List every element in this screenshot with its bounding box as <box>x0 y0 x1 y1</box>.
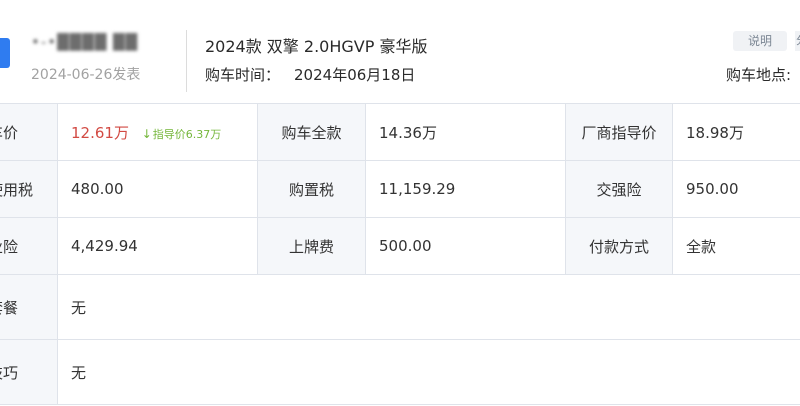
usage-tax-label: 使用税 <box>0 160 58 218</box>
package-label: 套餐 <box>0 274 58 340</box>
purchase-tax-label: 购置税 <box>257 160 366 218</box>
commercial-insurance-label: 业险 <box>0 217 58 275</box>
compulsory-insurance-value: 950.00 <box>672 160 800 218</box>
table-row: 使用税 480.00 购置税 11,159.29 交强险 950.00 <box>0 160 800 218</box>
msrp-value: 18.98万 <box>672 103 800 161</box>
payment-method-value: 全款 <box>672 217 800 275</box>
buy-time-value: 2024年06月18日 <box>294 66 416 84</box>
avatar[interactable] <box>0 38 10 68</box>
compulsory-insurance-label: 交强险 <box>565 160 673 218</box>
guide-price-hint: 指导价6.37万 <box>152 127 222 141</box>
username[interactable]: •-•████ ██ <box>31 33 138 51</box>
explain-button[interactable]: 说明 <box>733 31 787 51</box>
buy-time-label: 购车时间： <box>205 66 281 84</box>
payment-method-label: 付款方式 <box>565 217 673 275</box>
down-arrow-icon: ↓ <box>141 126 152 141</box>
car-price-label: 车价 <box>0 103 58 161</box>
buy-place-label: 购车地点: <box>726 66 792 84</box>
total-cost-value: 14.36万 <box>365 103 566 161</box>
package-value: 无 <box>57 274 800 340</box>
post-date: 2024-06-26发表 <box>31 67 141 83</box>
msrp-label: 厂商指导价 <box>565 103 673 161</box>
table-row: 业险 4,429.94 上牌费 500.00 付款方式 全款 <box>0 217 800 275</box>
share-button[interactable]: 分 <box>795 31 800 51</box>
header-divider <box>186 30 187 92</box>
tips-label: 技巧 <box>0 339 58 405</box>
usage-tax-value: 480.00 <box>57 160 258 218</box>
car-price-cell: 12.61万 ↓指导价6.37万 <box>57 103 258 161</box>
car-model[interactable]: 2024款 双擎 2.0HGVP 豪华版 <box>205 33 427 57</box>
table-row: 套餐 无 <box>0 274 800 340</box>
plate-fee-label: 上牌费 <box>257 217 366 275</box>
purchase-tax-value: 11,159.29 <box>365 160 566 218</box>
commercial-insurance-value: 4,429.94 <box>57 217 258 275</box>
price-table: 车价 12.61万 ↓指导价6.37万 购车全款 14.36万 厂商指导价 18… <box>0 103 800 405</box>
post-header: •-•████ ██ 2024-06-26发表 2024款 双擎 2.0HGVP… <box>0 0 800 103</box>
table-row: 车价 12.61万 ↓指导价6.37万 购车全款 14.36万 厂商指导价 18… <box>0 103 800 161</box>
car-price-value: 12.61万 <box>71 123 129 142</box>
table-row: 技巧 无 <box>0 339 800 405</box>
plate-fee-value: 500.00 <box>365 217 566 275</box>
total-cost-label: 购车全款 <box>257 103 366 161</box>
tips-value: 无 <box>57 339 800 405</box>
buy-time: 购车时间： 2024年06月18日 <box>205 64 415 85</box>
